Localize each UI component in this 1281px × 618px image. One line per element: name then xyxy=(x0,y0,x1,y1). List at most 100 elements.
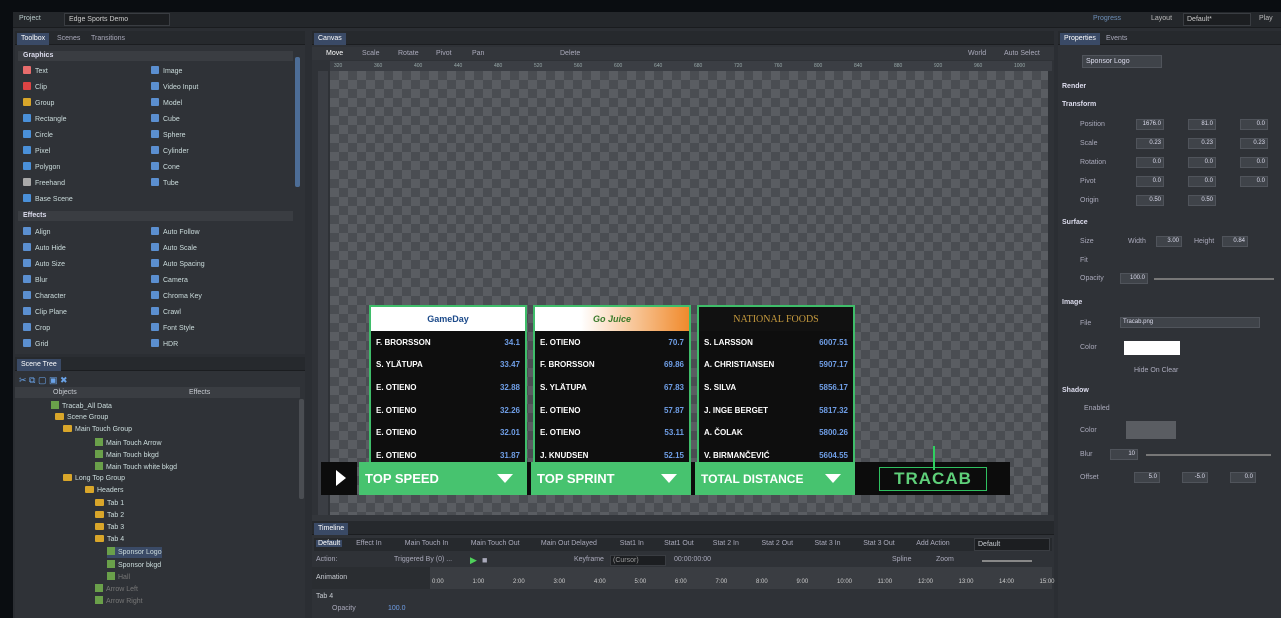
tree-item[interactable]: Sponsor bkgd xyxy=(107,559,161,571)
timeline-tab[interactable]: Default xyxy=(316,540,343,547)
toolbox-item-pixel[interactable]: Pixel xyxy=(23,146,50,157)
keyframe-select[interactable]: (Cursor) xyxy=(610,555,666,566)
tab-properties[interactable]: Properties xyxy=(1060,33,1100,45)
tab-canvas[interactable]: Canvas xyxy=(314,33,346,45)
tree-item[interactable]: Main Touch Arrow xyxy=(95,437,162,449)
toolbox-item-circle[interactable]: Circle xyxy=(23,130,53,141)
shadow-blur-field[interactable]: 10 xyxy=(1110,449,1138,460)
graphics-header[interactable]: Graphics xyxy=(18,51,293,61)
position-field[interactable]: 81.0 xyxy=(1188,119,1216,130)
offset-field[interactable]: 5.0 xyxy=(1134,472,1160,483)
delete-tool[interactable]: Delete xyxy=(560,50,580,57)
toolbox-item-chroma-key[interactable]: Chroma Key xyxy=(151,291,202,302)
timeline-tab[interactable]: Stat 2 Out xyxy=(762,540,794,547)
timeline-tab[interactable]: Stat 2 In xyxy=(713,540,739,547)
play-button[interactable]: Play xyxy=(1259,15,1273,22)
world-toggle[interactable]: World xyxy=(968,50,986,57)
tree-item[interactable]: Main Touch white bkgd xyxy=(95,462,177,473)
toolbox-item-font-style[interactable]: Font Style xyxy=(151,323,195,334)
position-field[interactable]: 1676.0 xyxy=(1136,119,1164,130)
tree-item[interactable]: Long Top Group xyxy=(63,474,125,485)
tree-item[interactable]: Arrow Left xyxy=(95,584,138,595)
section-render[interactable]: Render xyxy=(1062,83,1086,90)
scene-tree-toolbar[interactable]: ✂ ⧉ ▢ ▣ ✖ xyxy=(19,375,68,386)
toolbox-item-tube[interactable]: Tube xyxy=(151,178,179,189)
zoom-slider[interactable] xyxy=(982,560,1032,562)
toolbox-item-image[interactable]: Image xyxy=(151,66,182,77)
rotate-tool[interactable]: Rotate xyxy=(398,50,419,57)
toolbox-item-polygon[interactable]: Polygon xyxy=(23,162,60,173)
opacity-slider[interactable] xyxy=(1154,278,1274,280)
section-surface[interactable]: Surface xyxy=(1062,219,1088,226)
timeline-ruler[interactable]: 0:00 1:00 2:00 3:00 4:00 5:00 6:00 7:00 8:00 9:00… xyxy=(430,567,1055,589)
timeline-tab[interactable]: Stat1 In xyxy=(620,540,644,547)
toolbox-item-character[interactable]: Character xyxy=(23,291,66,302)
tree-item[interactable]: Main Touch bkgd xyxy=(95,449,159,461)
tree-item[interactable]: Headers xyxy=(85,486,123,497)
toolbox-item-auto-spacing[interactable]: Auto Spacing xyxy=(151,259,205,270)
leaderboard-3[interactable]: NATIONAL FOODS S. LARSSON 6007.51 A. CHRIST… xyxy=(697,305,855,465)
toolbox-item-cylinder[interactable]: Cylinder xyxy=(151,146,189,157)
tree-item[interactable]: Arrow Right xyxy=(95,596,143,607)
layout-dropdown[interactable]: Default* xyxy=(1183,13,1251,26)
top-speed-tab[interactable]: TOP SPEED xyxy=(359,462,527,495)
opacity-field[interactable]: 100.0 xyxy=(1120,273,1148,284)
color-swatch[interactable] xyxy=(1124,341,1180,355)
tab-events[interactable]: Events xyxy=(1102,33,1131,45)
project-dropdown[interactable]: Edge Sports Demo xyxy=(64,13,170,26)
toolbox-item-auto-follow[interactable]: Auto Follow xyxy=(151,227,200,238)
move-tool[interactable]: Move xyxy=(326,50,343,57)
offset-field[interactable]: -5.0 xyxy=(1182,472,1208,483)
toolbox-item-video-input[interactable]: Video Input xyxy=(151,82,198,93)
position-field[interactable]: 0.0 xyxy=(1240,119,1268,130)
timeline-dropdown[interactable]: Default xyxy=(974,538,1050,551)
blur-slider[interactable] xyxy=(1146,454,1271,456)
timeline-tab[interactable]: Main Touch Out xyxy=(471,540,520,547)
toolbox-item-auto-size[interactable]: Auto Size xyxy=(23,259,65,270)
toolbox-item-model[interactable]: Model xyxy=(151,98,182,109)
toolbox-item-sphere[interactable]: Sphere xyxy=(151,130,186,141)
toolbox-item-blur[interactable]: Blur xyxy=(23,275,47,286)
timeline-tab[interactable]: Stat1 Out xyxy=(664,540,694,547)
pivot-field[interactable]: 0.0 xyxy=(1136,176,1164,187)
toolbox-item-cube[interactable]: Cube xyxy=(151,114,180,125)
origin-field[interactable]: 0.50 xyxy=(1136,195,1164,206)
spline-toggle[interactable]: Spline xyxy=(892,556,911,563)
section-shadow[interactable]: Shadow xyxy=(1062,387,1089,394)
enabled-checkbox[interactable]: Enabled xyxy=(1084,405,1110,412)
origin-field[interactable]: 0.50 xyxy=(1188,195,1216,206)
toolbox-item-rectangle[interactable]: Rectangle xyxy=(23,114,67,125)
offset-field[interactable]: 0.0 xyxy=(1230,472,1256,483)
tab-transitions[interactable]: Transitions xyxy=(87,33,129,45)
time-field[interactable]: 00:00:00:00 xyxy=(674,556,711,563)
tree-item[interactable]: Sponsor Logo xyxy=(107,547,162,559)
rotation-field[interactable]: 0.0 xyxy=(1240,157,1268,168)
toolbox-item-group[interactable]: Group xyxy=(23,98,54,109)
pan-tool[interactable]: Pan xyxy=(472,50,484,57)
timeline-tab[interactable]: Stat 3 Out xyxy=(863,540,895,547)
tree-item[interactable]: Tab 1 xyxy=(95,498,124,510)
shadow-color-swatch[interactable] xyxy=(1126,421,1176,439)
pivot-field[interactable]: 0.0 xyxy=(1188,176,1216,187)
play-icon[interactable]: ▶ xyxy=(470,555,477,566)
track-tab4[interactable]: Tab 4 xyxy=(316,593,333,600)
tab-timeline[interactable]: Timeline xyxy=(314,523,349,535)
effects-header[interactable]: Effects xyxy=(18,211,293,221)
pivot-field[interactable]: 0.0 xyxy=(1240,176,1268,187)
tab-scene-tree[interactable]: Scene Tree xyxy=(17,359,61,371)
tree-item[interactable]: Tracab_All Data xyxy=(51,401,112,412)
toolbox-item-crop[interactable]: Crop xyxy=(23,323,50,334)
section-image[interactable]: Image xyxy=(1062,299,1082,306)
leaderboard-1[interactable]: GameDay F. BRORSSON 34.1 S. YLÄTUPA 33.47 E. … xyxy=(369,305,527,465)
toolbox-item-cone[interactable]: Cone xyxy=(151,162,180,173)
scale-field[interactable]: 0.23 xyxy=(1240,138,1268,149)
hide-on-clear-checkbox[interactable]: Hide On Clear xyxy=(1134,367,1178,374)
progress-menu[interactable]: Progress xyxy=(1093,15,1121,22)
toolbox-item-hdr[interactable]: HDR xyxy=(151,339,178,350)
tab-scenes[interactable]: Scenes xyxy=(53,33,84,45)
toolbox-item-base-scene[interactable]: Base Scene xyxy=(23,194,73,205)
col-objects[interactable]: Objects xyxy=(53,389,77,396)
tracab-logo-box[interactable]: TRACAB xyxy=(855,446,1010,495)
pivot-tool[interactable]: Pivot xyxy=(436,50,452,57)
toolbox-item-freehand[interactable]: Freehand xyxy=(23,178,65,189)
